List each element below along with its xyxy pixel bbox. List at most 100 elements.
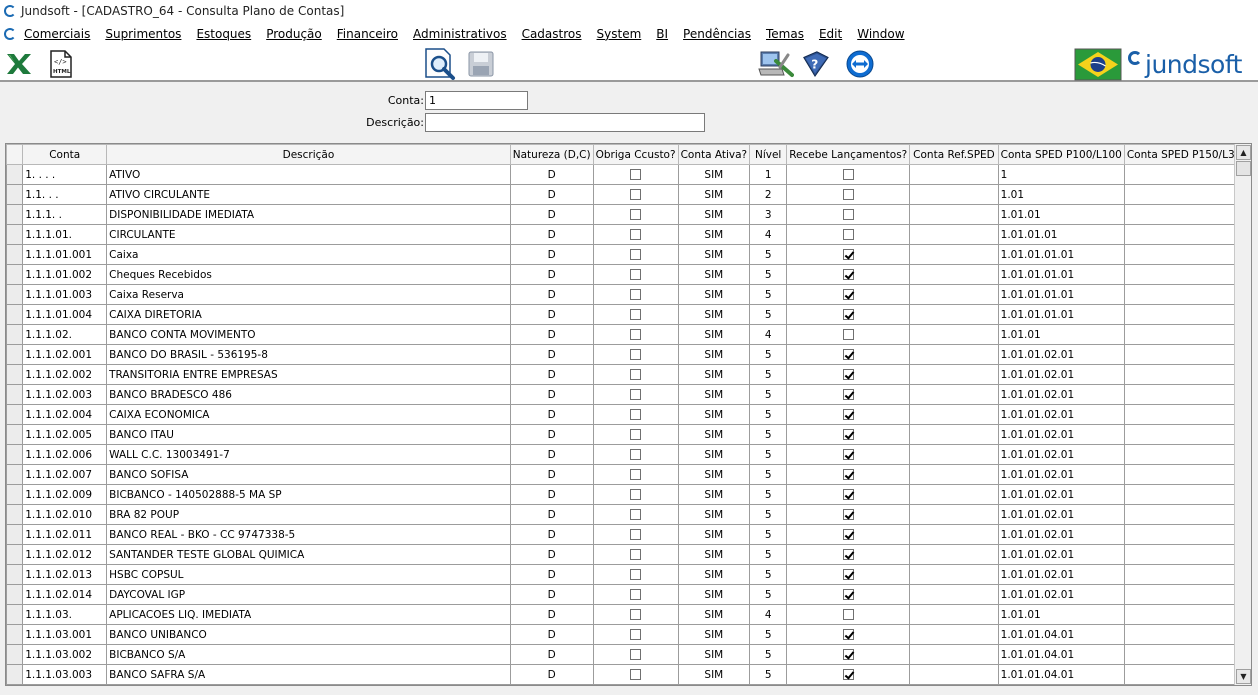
column-header-conta-ativa[interactable]: Conta Ativa? xyxy=(677,144,751,165)
row-selector[interactable] xyxy=(6,284,24,305)
table-row[interactable]: 1.1. . . ATIVO CIRCULANTE D SIM 2 1.01 xyxy=(6,184,1251,205)
row-selector[interactable] xyxy=(6,244,24,265)
checkbox[interactable] xyxy=(842,609,854,620)
row-selector[interactable] xyxy=(6,504,24,525)
conta-input[interactable] xyxy=(425,91,528,110)
row-selector[interactable] xyxy=(6,204,24,225)
checkbox[interactable] xyxy=(630,649,642,660)
checkbox[interactable] xyxy=(630,549,642,560)
column-header-conta-sped-p100[interactable]: Conta SPED P100/L100 xyxy=(997,144,1125,165)
table-row[interactable]: 1.1.1.03.003 BANCO SAFRA S/A D SIM 5 1.01.01.… xyxy=(6,664,1251,685)
column-header-conta[interactable]: Conta xyxy=(22,144,108,165)
row-selector[interactable] xyxy=(6,584,24,605)
row-selector[interactable] xyxy=(6,364,24,385)
checkbox[interactable] xyxy=(630,229,642,240)
row-selector[interactable] xyxy=(6,544,24,565)
checkbox[interactable] xyxy=(842,529,854,540)
menu-pendencias[interactable]: Pendências xyxy=(683,27,751,41)
scroll-thumb[interactable] xyxy=(1236,161,1251,176)
menu-cadastros[interactable]: Cadastros xyxy=(522,27,582,41)
row-selector[interactable] xyxy=(6,604,24,625)
menu-bi[interactable]: BI xyxy=(656,27,668,41)
row-selector[interactable] xyxy=(6,304,24,325)
checkbox[interactable] xyxy=(842,409,854,420)
checkbox[interactable] xyxy=(842,289,854,300)
checkbox[interactable] xyxy=(630,189,642,200)
checkbox[interactable] xyxy=(630,389,642,400)
table-row[interactable]: 1.1.1.02.007 BANCO SOFISA D SIM 5 1.01.01.02.… xyxy=(6,464,1251,485)
checkbox[interactable] xyxy=(842,629,854,640)
table-row[interactable]: 1.1.1.01.001 Caixa D SIM 5 1.01.01.01.01 xyxy=(6,244,1251,265)
column-header-natureza[interactable]: Natureza (D,C) xyxy=(509,144,594,165)
menu-suprimentos[interactable]: Suprimentos xyxy=(105,27,181,41)
checkbox[interactable] xyxy=(630,169,642,180)
checkbox[interactable] xyxy=(842,269,854,280)
table-row[interactable]: 1.1.1.01.004 CAIXA DIRETORIA D SIM 5 1.01.01.… xyxy=(6,304,1251,325)
checkbox[interactable] xyxy=(630,569,642,580)
menu-edit[interactable]: Edit xyxy=(819,27,842,41)
table-row[interactable]: 1.1.1.02. BANCO CONTA MOVIMENTO D SIM 4 1.01.… xyxy=(6,324,1251,345)
table-row[interactable]: 1.1.1.02.011 BANCO REAL - BKO - CC 974733… xyxy=(6,524,1251,545)
checkbox[interactable] xyxy=(842,349,854,360)
descricao-input[interactable] xyxy=(425,113,705,132)
checkbox[interactable] xyxy=(842,429,854,440)
checkbox[interactable] xyxy=(630,209,642,220)
checkbox[interactable] xyxy=(630,289,642,300)
row-selector[interactable] xyxy=(6,384,24,405)
teamviewer-icon[interactable] xyxy=(845,49,875,79)
row-selector[interactable] xyxy=(6,164,24,185)
menu-administrativos[interactable]: Administrativos xyxy=(413,27,507,41)
table-row[interactable]: 1.1.1.03.002 BICBANCO S/A D SIM 5 1.01.01.04.… xyxy=(6,644,1251,665)
checkbox[interactable] xyxy=(842,469,854,480)
row-selector[interactable] xyxy=(6,624,24,645)
column-header-conta-ref-sped[interactable]: Conta Ref.SPED xyxy=(909,144,999,165)
checkbox[interactable] xyxy=(842,309,854,320)
checkbox[interactable] xyxy=(842,669,854,680)
checkbox[interactable] xyxy=(630,529,642,540)
row-selector[interactable] xyxy=(6,264,24,285)
checkbox[interactable] xyxy=(842,569,854,580)
menu-producao[interactable]: Produção xyxy=(266,27,322,41)
accounts-grid[interactable]: Conta Descrição Natureza (D,C) Obriga Ccust… xyxy=(5,143,1252,686)
menu-comerciais[interactable]: Comerciais xyxy=(24,27,90,41)
help-book-icon[interactable]: ? xyxy=(800,49,830,79)
table-row[interactable]: 1.1.1.02.003 BANCO BRADESCO 486 D SIM 5 1.01.… xyxy=(6,384,1251,405)
checkbox[interactable] xyxy=(842,189,854,200)
checkbox[interactable] xyxy=(842,549,854,560)
table-row[interactable]: 1.1.1.02.014 DAYCOVAL IGP D SIM 5 1.01.01.02.… xyxy=(6,584,1251,605)
table-row[interactable]: 1.1.1.02.006 WALL C.C. 13003491-7 D SIM 5 1.0… xyxy=(6,444,1251,465)
table-row[interactable]: 1.1.1.02.009 BICBANCO - 140502888-5 MA SP… xyxy=(6,484,1251,505)
checkbox[interactable] xyxy=(630,309,642,320)
checkbox[interactable] xyxy=(842,649,854,660)
checkbox[interactable] xyxy=(842,169,854,180)
scroll-up-button[interactable]: ▲ xyxy=(1236,145,1251,160)
row-selector[interactable] xyxy=(6,404,24,425)
column-header-nivel[interactable]: Nível xyxy=(749,144,788,165)
checkbox[interactable] xyxy=(630,449,642,460)
table-row[interactable]: 1.1.1.03.001 BANCO UNIBANCO D SIM 5 1.01.01.0… xyxy=(6,624,1251,645)
menu-temas[interactable]: Temas xyxy=(766,27,804,41)
row-selector[interactable] xyxy=(6,524,24,545)
row-selector[interactable] xyxy=(6,664,24,685)
checkbox[interactable] xyxy=(630,329,642,340)
checkbox[interactable] xyxy=(630,369,642,380)
table-row[interactable]: 1.1.1.02.005 BANCO ITAU D SIM 5 1.01.01.02.01 xyxy=(6,424,1251,445)
search-document-icon[interactable] xyxy=(422,47,458,81)
row-selector[interactable] xyxy=(6,324,24,345)
computer-tools-icon[interactable] xyxy=(758,49,794,79)
checkbox[interactable] xyxy=(842,329,854,340)
column-header-obriga-ccusto[interactable]: Obriga Ccusto? xyxy=(592,144,679,165)
checkbox[interactable] xyxy=(630,509,642,520)
menu-system[interactable]: System xyxy=(597,27,642,41)
table-row[interactable]: 1.1.1.03. APLICACOES LIQ. IMEDIATA D SIM 4 1.… xyxy=(6,604,1251,625)
column-header-recebe-lancamentos[interactable]: Recebe Lançamentos? xyxy=(786,144,911,165)
menu-window[interactable]: Window xyxy=(857,27,904,41)
checkbox[interactable] xyxy=(842,509,854,520)
checkbox[interactable] xyxy=(842,449,854,460)
row-selector[interactable] xyxy=(6,484,24,505)
scroll-down-button[interactable]: ▼ xyxy=(1236,669,1251,684)
table-row[interactable]: 1.1.1.02.010 BRA 82 POUP D SIM 5 1.01.01.02.0… xyxy=(6,504,1251,525)
table-row[interactable]: 1.1.1.02.002 TRANSITORIA ENTRE EMPRESAS D S… xyxy=(6,364,1251,385)
checkbox[interactable] xyxy=(630,469,642,480)
table-row[interactable]: 1.1.1.02.001 BANCO DO BRASIL - 536195-8 D S… xyxy=(6,344,1251,365)
